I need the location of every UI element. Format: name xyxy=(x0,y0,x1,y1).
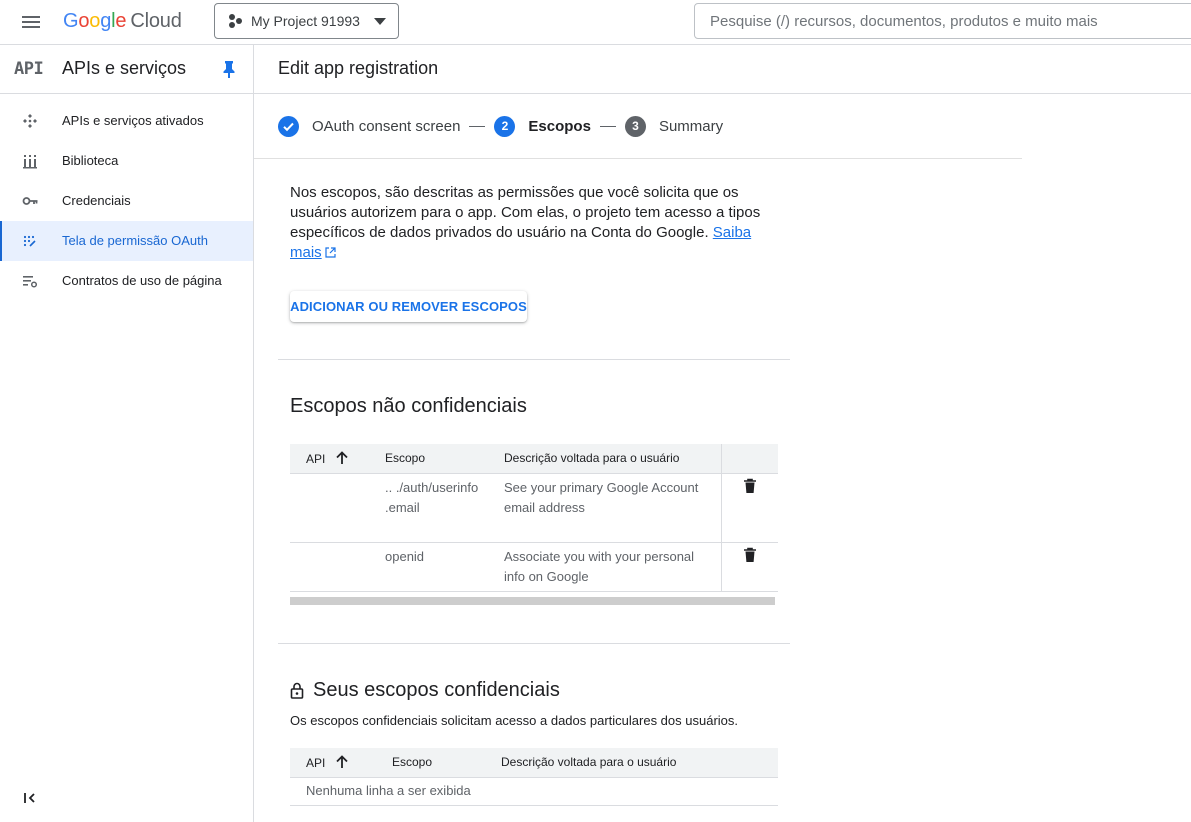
table-header-row: API Escopo Descrição voltada para o usuá… xyxy=(290,444,778,474)
collapse-sidebar-icon[interactable] xyxy=(22,790,38,806)
horizontal-scrollbar[interactable] xyxy=(290,597,775,605)
column-header-scope[interactable]: Escopo xyxy=(369,444,488,474)
sidebar-item-oauth-consent[interactable]: Tela de permissão OAuth xyxy=(0,221,253,261)
step-summary[interactable]: Summary xyxy=(659,118,723,135)
project-name: My Project 91993 xyxy=(251,13,360,29)
lock-icon xyxy=(290,682,304,699)
sidebar: API APIs e serviços APIs e serviços ativ… xyxy=(0,45,254,822)
project-picker[interactable]: My Project 91993 xyxy=(214,3,399,39)
cell-api xyxy=(290,473,369,543)
column-header-api[interactable]: API xyxy=(290,748,376,778)
step-done-check-icon xyxy=(278,115,299,137)
step-separator xyxy=(469,125,486,127)
step-number: 3 xyxy=(624,115,646,137)
cell-scope: openid xyxy=(369,542,488,592)
cell-actions xyxy=(720,473,778,543)
sidebar-item-label: Biblioteca xyxy=(62,153,119,168)
google-cloud-logo[interactable]: Google Cloud xyxy=(63,9,182,33)
sensitive-scopes-table: API Escopo Descrição voltada para o usuá… xyxy=(290,748,778,806)
api-logo: API xyxy=(14,59,44,79)
page-header: Edit app registration xyxy=(254,45,1191,94)
key-icon xyxy=(22,197,38,205)
table-row: openid Associate you with your personal … xyxy=(290,542,778,592)
table-row-empty: Nenhuma linha a ser exibida xyxy=(290,777,778,806)
delete-icon[interactable] xyxy=(743,478,757,494)
column-header-description[interactable]: Descrição voltada para o usuário xyxy=(485,748,778,778)
column-header-description[interactable]: Descrição voltada para o usuário xyxy=(488,444,721,474)
cell-description: Associate you with your personal info on… xyxy=(488,542,721,592)
cell-description: See your primary Google Account email ad… xyxy=(488,473,721,543)
sensitive-scopes-title: Seus escopos confidenciais xyxy=(290,679,560,702)
sidebar-item-label: Contratos de uso de página xyxy=(62,273,222,288)
api-hub-icon xyxy=(23,114,37,128)
stepper: OAuth consent screen 2 Escopos 3 Summary xyxy=(278,115,723,137)
sort-arrow-up-icon[interactable] xyxy=(335,450,349,465)
intro-text: Nos escopos, são descritas as permissões… xyxy=(290,184,761,241)
search-box[interactable] xyxy=(694,3,1191,39)
external-link-icon xyxy=(325,247,336,258)
main-content: Edit app registration OAuth consent scre… xyxy=(254,45,1191,822)
step-oauth-consent[interactable]: OAuth consent screen xyxy=(312,118,460,135)
sidebar-header: API APIs e serviços xyxy=(0,45,253,94)
step-scopes[interactable]: Escopos xyxy=(528,118,591,135)
empty-table-message: Nenhuma linha a ser exibida xyxy=(290,777,778,806)
non-sensitive-scopes-table: API Escopo Descrição voltada para o usuá… xyxy=(290,444,778,592)
settings-list-icon xyxy=(23,276,38,288)
sidebar-item-label: APIs e serviços ativados xyxy=(62,113,204,128)
sidebar-item-page-usage-agreements[interactable]: Contratos de uso de página xyxy=(0,261,253,301)
column-header-scope[interactable]: Escopo xyxy=(376,748,485,778)
page-title: Edit app registration xyxy=(278,58,439,78)
sidebar-nav: APIs e serviços ativados Biblioteca Cred… xyxy=(0,94,253,301)
table-row: .. ./auth/userinfo .email See your prima… xyxy=(290,473,778,543)
step-number: 2 xyxy=(494,115,516,137)
scopes-intro: Nos escopos, são descritas as permissões… xyxy=(290,183,770,263)
sidebar-item-label: Tela de permissão OAuth xyxy=(62,233,208,248)
cell-scope: .. ./auth/userinfo .email xyxy=(369,473,488,543)
sensitive-scopes-description: Os escopos confidenciais solicitam acess… xyxy=(290,713,739,728)
pin-icon[interactable] xyxy=(222,60,236,78)
non-sensitive-scopes-title: Escopos não confidenciais xyxy=(290,395,527,417)
add-remove-scopes-button[interactable]: ADICIONAR OU REMOVER ESCOPOS xyxy=(290,291,527,322)
sort-arrow-up-icon[interactable] xyxy=(335,754,349,769)
cell-api xyxy=(290,542,369,592)
divider xyxy=(254,158,1022,159)
sidebar-item-library[interactable]: Biblioteca xyxy=(0,141,253,181)
top-bar: Google Cloud My Project 91993 xyxy=(0,0,1191,45)
chevron-down-icon xyxy=(374,17,386,25)
project-icon xyxy=(227,13,243,29)
main-menu-icon[interactable] xyxy=(22,13,42,29)
divider xyxy=(278,643,790,644)
sidebar-item-enabled-apis[interactable]: APIs e serviços ativados xyxy=(0,101,253,141)
cell-actions xyxy=(720,542,778,592)
divider xyxy=(278,359,790,360)
step-separator xyxy=(599,125,616,127)
sidebar-item-credentials[interactable]: Credenciais xyxy=(0,181,253,221)
check-icon xyxy=(283,122,294,131)
library-icon xyxy=(23,155,37,169)
search-input[interactable] xyxy=(695,4,1191,38)
column-header-api[interactable]: API xyxy=(290,444,369,474)
table-header-row: API Escopo Descrição voltada para o usuá… xyxy=(290,748,778,778)
sidebar-item-label: Credenciais xyxy=(62,193,131,208)
delete-icon[interactable] xyxy=(743,547,757,563)
oauth-icon xyxy=(23,235,36,247)
sidebar-title: APIs e serviços xyxy=(62,58,187,78)
column-header-actions xyxy=(720,444,778,474)
